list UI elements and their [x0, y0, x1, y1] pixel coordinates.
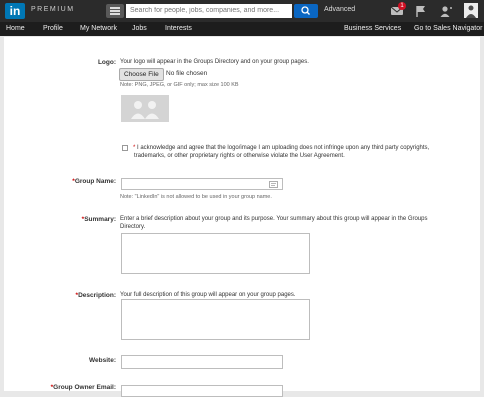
- summary-textarea[interactable]: [121, 233, 310, 274]
- summary-label: *Summary:: [40, 216, 116, 223]
- nav-sales-navigator[interactable]: Go to Sales Navigator: [414, 25, 482, 32]
- agreement-required-asterisk: *: [133, 145, 136, 151]
- search-input[interactable]: [126, 4, 292, 18]
- summary-label-text: Summary:: [84, 216, 116, 223]
- website-label: Website:: [89, 357, 116, 364]
- top-bar: in PREMIUM Advanced 1: [0, 0, 484, 22]
- group-logo-placeholder: [121, 95, 169, 122]
- avatar[interactable]: [464, 3, 478, 18]
- agreement-checkbox[interactable]: [122, 145, 128, 151]
- agreement-line-1: I acknowledge and agree that the logo/im…: [137, 145, 430, 151]
- logo-label: Logo:: [97, 59, 116, 66]
- summary-description-line-2: Directory.: [120, 224, 146, 230]
- nav-home[interactable]: Home: [6, 25, 25, 32]
- search-icon: [301, 6, 310, 15]
- group-owner-email-select[interactable]: [121, 385, 283, 397]
- nav-my-network[interactable]: My Network: [80, 25, 117, 32]
- website-input[interactable]: [121, 355, 283, 369]
- nav-business-services[interactable]: Business Services: [344, 25, 401, 32]
- group-name-input[interactable]: [121, 178, 283, 190]
- choose-file-button[interactable]: Choose File: [119, 68, 164, 81]
- description-label-text: Description:: [78, 292, 116, 299]
- user-photo-icon: [464, 3, 478, 18]
- owner-email-label-text: Group Owner Email:: [53, 384, 116, 391]
- group-name-note: Note: "LinkedIn" is not allowed to be us…: [120, 194, 272, 200]
- nav-profile[interactable]: Profile: [43, 25, 63, 32]
- menu-icon[interactable]: [106, 4, 124, 18]
- no-file-chosen-text: No file chosen: [166, 70, 208, 77]
- logo-description: Your logo will appear in the Groups Dire…: [120, 59, 309, 65]
- linkedin-logo[interactable]: in: [5, 3, 25, 19]
- nav-jobs[interactable]: Jobs: [132, 25, 147, 32]
- group-placeholder-icon: [131, 101, 159, 119]
- notification-badge: 1: [398, 2, 406, 10]
- advanced-search-link[interactable]: Advanced: [324, 6, 355, 13]
- agreement-text-line-1: * I acknowledge and agree that the logo/…: [133, 144, 429, 152]
- group-name-label-text: Group Name:: [74, 178, 116, 185]
- description-textarea[interactable]: [121, 299, 310, 340]
- group-name-label: *Group Name:: [40, 178, 116, 185]
- description-label: *Description:: [40, 292, 116, 299]
- nav-interests[interactable]: Interests: [165, 25, 192, 32]
- main-nav: Home Profile My Network Jobs Interests B…: [0, 22, 484, 36]
- premium-label: PREMIUM: [31, 6, 75, 13]
- flag-icon[interactable]: [414, 4, 428, 18]
- group-owner-email-label: *Group Owner Email:: [30, 384, 116, 391]
- summary-description-line-1: Enter a brief description about your gro…: [120, 216, 428, 222]
- search-button[interactable]: [294, 4, 318, 18]
- contact-card-icon: [269, 181, 278, 188]
- description-help: Your full description of this group will…: [120, 292, 296, 298]
- logo-note: Note: PNG, JPEG, or GIF only; max size 1…: [120, 82, 239, 88]
- add-connection-icon[interactable]: [439, 4, 453, 18]
- agreement-text-line-2: trademarks, or other proprietary rights …: [134, 153, 345, 159]
